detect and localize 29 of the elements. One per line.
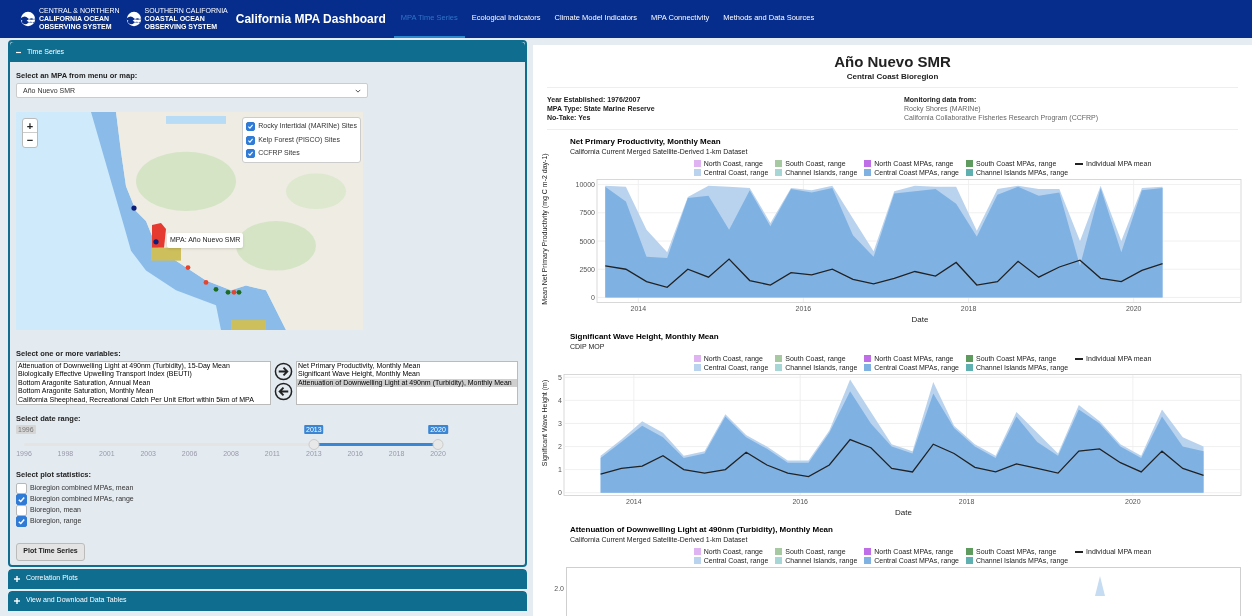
app-title: California MPA Dashboard xyxy=(235,11,386,28)
slider-handle[interactable] xyxy=(432,439,444,451)
chart-title: Net Primary Productivity, Monthly Mean xyxy=(569,136,722,147)
zoom-out-button[interactable]: − xyxy=(23,133,37,148)
x-axis-label: Date xyxy=(895,508,912,517)
slider-handle[interactable] xyxy=(308,439,320,451)
mpa-name: Año Nuevo SMR xyxy=(833,53,952,71)
checkbox[interactable] xyxy=(16,504,27,516)
checkbox[interactable] xyxy=(246,122,256,131)
chart-title: Significant Wave Height, Monthly Mean xyxy=(569,331,720,342)
checkbox[interactable] xyxy=(16,493,27,505)
checkbox[interactable] xyxy=(16,515,27,527)
wave-logo-icon xyxy=(20,11,36,27)
wave-logo-icon xyxy=(125,11,142,27)
checkbox[interactable] xyxy=(246,135,256,145)
collapse-icon xyxy=(16,49,21,55)
arrow-left-icon[interactable] xyxy=(274,381,293,401)
spike-drawing xyxy=(1095,576,1105,596)
expand-icon xyxy=(14,575,20,582)
bioregion-name: Central Coast Bioregion xyxy=(845,71,940,82)
available-variables-list[interactable] xyxy=(16,360,271,405)
arrow-right-icon[interactable] xyxy=(274,361,293,381)
chart-title: Attenuation of Downwelling Light at 490nm (Turbidity), Monthly Mean xyxy=(569,524,834,535)
x-axis-label: Date xyxy=(911,315,929,324)
expand-icon xyxy=(14,597,20,604)
checkbox[interactable] xyxy=(246,149,256,158)
chevron-down-icon xyxy=(355,88,361,93)
checkbox[interactable] xyxy=(16,482,27,494)
zoom-in-button[interactable]: + xyxy=(23,119,37,134)
